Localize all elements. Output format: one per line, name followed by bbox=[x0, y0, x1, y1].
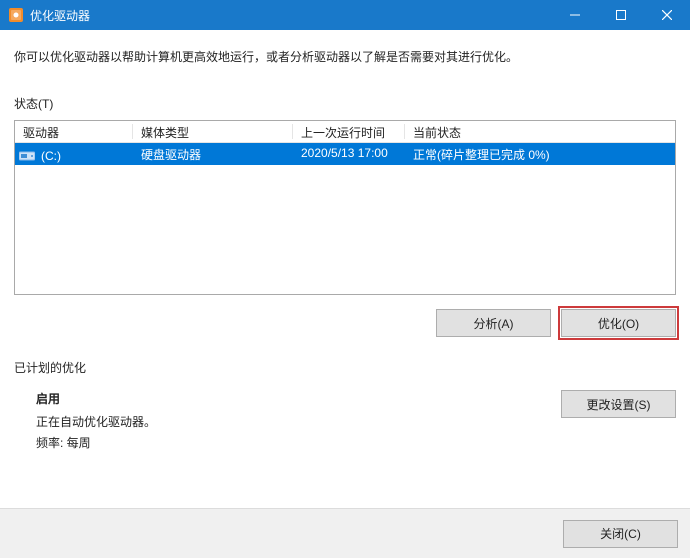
schedule-freq: 频率: 每周 bbox=[36, 434, 561, 451]
close-dialog-button[interactable]: 关闭(C) bbox=[563, 520, 678, 548]
titlebar: 优化驱动器 bbox=[0, 0, 690, 30]
cell-last-run: 2020/5/13 17:00 bbox=[293, 143, 405, 165]
col-header-media[interactable]: 媒体类型 bbox=[133, 121, 293, 143]
scheduled-section-label: 已计划的优化 bbox=[14, 359, 676, 376]
minimize-button[interactable] bbox=[552, 0, 598, 30]
body: 你可以优化驱动器以帮助计算机更高效地运行，或者分析驱动器以了解是否需要对其进行优… bbox=[0, 30, 690, 558]
col-header-drive[interactable]: 驱动器 bbox=[15, 121, 133, 143]
schedule-on-label: 启用 bbox=[36, 390, 561, 407]
change-settings-button[interactable]: 更改设置(S) bbox=[561, 390, 676, 418]
cell-state: 正常(碎片整理已完成 0%) bbox=[405, 143, 675, 165]
window-title: 优化驱动器 bbox=[30, 7, 90, 24]
cell-drive-text: (C:) bbox=[41, 149, 61, 163]
cell-media: 硬盘驱动器 bbox=[133, 143, 293, 165]
optimize-button[interactable]: 优化(O) bbox=[561, 309, 676, 337]
schedule-desc: 正在自动优化驱动器。 bbox=[36, 413, 561, 430]
col-header-state[interactable]: 当前状态 bbox=[405, 121, 675, 143]
hdd-icon bbox=[19, 149, 35, 163]
schedule-info: 启用 正在自动优化驱动器。 频率: 每周 bbox=[14, 390, 561, 455]
close-button[interactable] bbox=[644, 0, 690, 30]
analyze-button[interactable]: 分析(A) bbox=[436, 309, 551, 337]
table-header-row: 驱动器 媒体类型 上一次运行时间 当前状态 bbox=[15, 121, 675, 143]
table-row[interactable]: (C:) 硬盘驱动器 2020/5/13 17:00 正常(碎片整理已完成 0%… bbox=[15, 143, 675, 165]
window-controls bbox=[552, 0, 690, 30]
drive-list[interactable]: 驱动器 媒体类型 上一次运行时间 当前状态 (C:) 硬盘驱动器 2020/5/… bbox=[14, 120, 676, 295]
footer: 关闭(C) bbox=[0, 508, 690, 558]
app-icon bbox=[8, 7, 24, 23]
status-label: 状态(T) bbox=[14, 95, 676, 112]
cell-drive: (C:) bbox=[15, 143, 133, 165]
schedule-block: 启用 正在自动优化驱动器。 频率: 每周 更改设置(S) bbox=[14, 390, 676, 455]
maximize-button[interactable] bbox=[598, 0, 644, 30]
intro-text: 你可以优化驱动器以帮助计算机更高效地运行，或者分析驱动器以了解是否需要对其进行优… bbox=[14, 48, 676, 65]
action-row: 分析(A) 优化(O) bbox=[14, 309, 676, 337]
col-header-last-run[interactable]: 上一次运行时间 bbox=[293, 121, 405, 143]
